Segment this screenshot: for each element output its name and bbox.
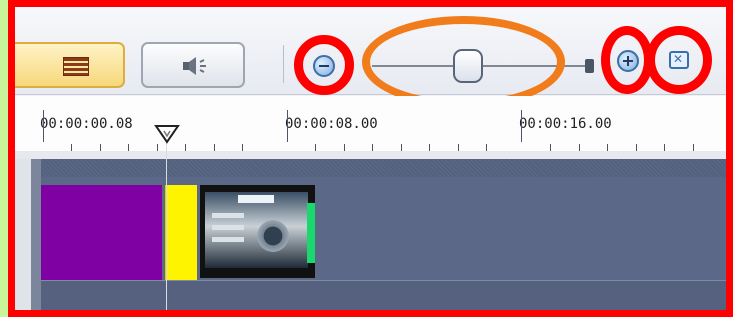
yellow-color-clip[interactable] bbox=[165, 185, 197, 280]
zoom-out-button[interactable] bbox=[294, 35, 354, 95]
thumbnail-menu-item bbox=[212, 213, 244, 218]
timeline-toolbar bbox=[15, 7, 726, 108]
thumbnail-menu-item bbox=[212, 225, 244, 230]
zoom-slider-end bbox=[585, 59, 594, 73]
ruler-major-tick bbox=[287, 110, 288, 142]
toolbar-separator bbox=[283, 45, 284, 83]
timeline-view-button[interactable] bbox=[15, 42, 125, 88]
ruler-base bbox=[15, 151, 726, 159]
audio-track[interactable] bbox=[15, 281, 726, 310]
fit-to-window-button[interactable] bbox=[646, 26, 712, 94]
clip-end-marker bbox=[307, 203, 315, 263]
playhead-line bbox=[166, 127, 167, 310]
audio-button[interactable] bbox=[141, 42, 245, 88]
time-ruler[interactable]: 00:00:00.08 00:00:08.00 00:00:16.00 bbox=[15, 96, 726, 159]
timeline-editor: 00:00:00.08 00:00:08.00 00:00:16.00 bbox=[8, 0, 733, 317]
zoom-out-icon bbox=[313, 55, 335, 77]
zoom-slider-highlight bbox=[362, 16, 565, 108]
playhead-marker-icon[interactable] bbox=[154, 124, 180, 144]
timeline-view-icon bbox=[63, 57, 89, 76]
thumbnail-menu-item bbox=[212, 237, 244, 242]
thumbnail-motorcycle bbox=[253, 219, 293, 253]
ruler-major-tick bbox=[521, 110, 522, 142]
zoom-in-icon bbox=[617, 50, 639, 72]
purple-color-clip[interactable] bbox=[41, 185, 162, 280]
fit-to-window-icon bbox=[669, 51, 689, 69]
ruler-label-2: 00:00:16.00 bbox=[519, 116, 612, 132]
thumbnail-title-bar bbox=[238, 195, 274, 203]
track-header-edge bbox=[15, 159, 41, 310]
speaker-icon bbox=[183, 57, 206, 75]
ruler-major-tick bbox=[43, 110, 44, 142]
ruler-label-1: 00:00:08.00 bbox=[285, 116, 378, 132]
ruler-label-0: 00:00:00.08 bbox=[40, 116, 133, 132]
video-clip[interactable] bbox=[200, 185, 315, 278]
